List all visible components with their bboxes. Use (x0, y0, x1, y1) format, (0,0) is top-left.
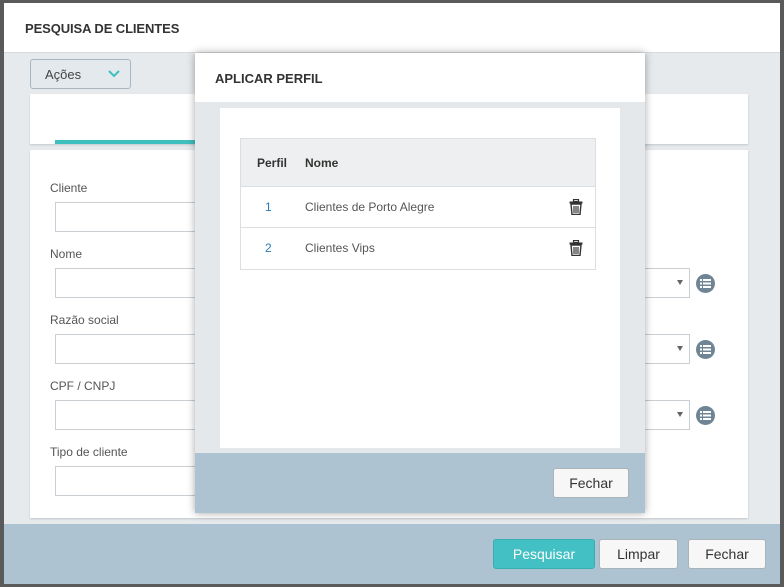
actions-dropdown[interactable]: Ações (30, 59, 131, 89)
modal-header: APLICAR PERFIL (195, 53, 645, 102)
list-icon[interactable] (696, 274, 715, 293)
clear-button[interactable]: Limpar (599, 539, 678, 569)
list-icon[interactable] (696, 340, 715, 359)
profile-table: Perfil Nome 1 Clientes de Porto Alegre 2… (240, 138, 596, 270)
table-row[interactable]: 1 Clientes de Porto Alegre (241, 187, 595, 228)
apply-profile-modal: APLICAR PERFIL Perfil Nome 1 Clientes de… (195, 53, 645, 513)
profile-id[interactable]: 2 (265, 241, 272, 255)
window-header: PESQUISA DE CLIENTES (4, 3, 780, 53)
field-label-razao-social: Razão social (50, 313, 119, 327)
close-button[interactable]: Fechar (688, 539, 766, 569)
profile-name: Clientes de Porto Alegre (305, 200, 435, 214)
trash-icon[interactable] (569, 199, 583, 215)
modal-body: Perfil Nome 1 Clientes de Porto Alegre 2… (220, 108, 620, 448)
field-label-cliente: Cliente (50, 181, 88, 195)
modal-title: APLICAR PERFIL (215, 71, 323, 86)
tipo-de-cliente-input[interactable] (55, 466, 215, 496)
actions-label: Ações (45, 67, 82, 82)
profile-table-header: Perfil Nome (241, 139, 595, 187)
active-tab-indicator (55, 140, 205, 144)
dropdown-arrow-icon (677, 412, 683, 417)
dropdown-arrow-icon (677, 280, 683, 285)
field-label-cpf-cnpj: CPF / CNPJ (50, 379, 116, 393)
cliente-input[interactable] (55, 202, 215, 232)
trash-icon[interactable] (569, 240, 583, 256)
list-icon[interactable] (696, 406, 715, 425)
razao-social-input[interactable] (55, 334, 215, 364)
customer-search-window: PESQUISA DE CLIENTES Ações Cliente Nome … (4, 3, 780, 584)
modal-footer: Fechar (195, 453, 645, 513)
search-button[interactable]: Pesquisar (493, 539, 595, 569)
column-header-profile: Perfil (257, 156, 288, 170)
dropdown-arrow-icon (677, 346, 683, 351)
modal-close-button[interactable]: Fechar (553, 468, 629, 498)
cpf-cnpj-input[interactable] (55, 400, 215, 430)
profile-id[interactable]: 1 (265, 200, 272, 214)
field-label-nome: Nome (50, 247, 83, 261)
nome-input[interactable] (55, 268, 215, 298)
column-header-name: Nome (305, 156, 339, 170)
window-title: PESQUISA DE CLIENTES (25, 21, 180, 36)
table-row[interactable]: 2 Clientes Vips (241, 228, 595, 269)
field-label-tipo-de-cliente: Tipo de cliente (50, 445, 128, 459)
profile-name: Clientes Vips (305, 241, 375, 255)
chevron-down-icon (108, 70, 120, 78)
